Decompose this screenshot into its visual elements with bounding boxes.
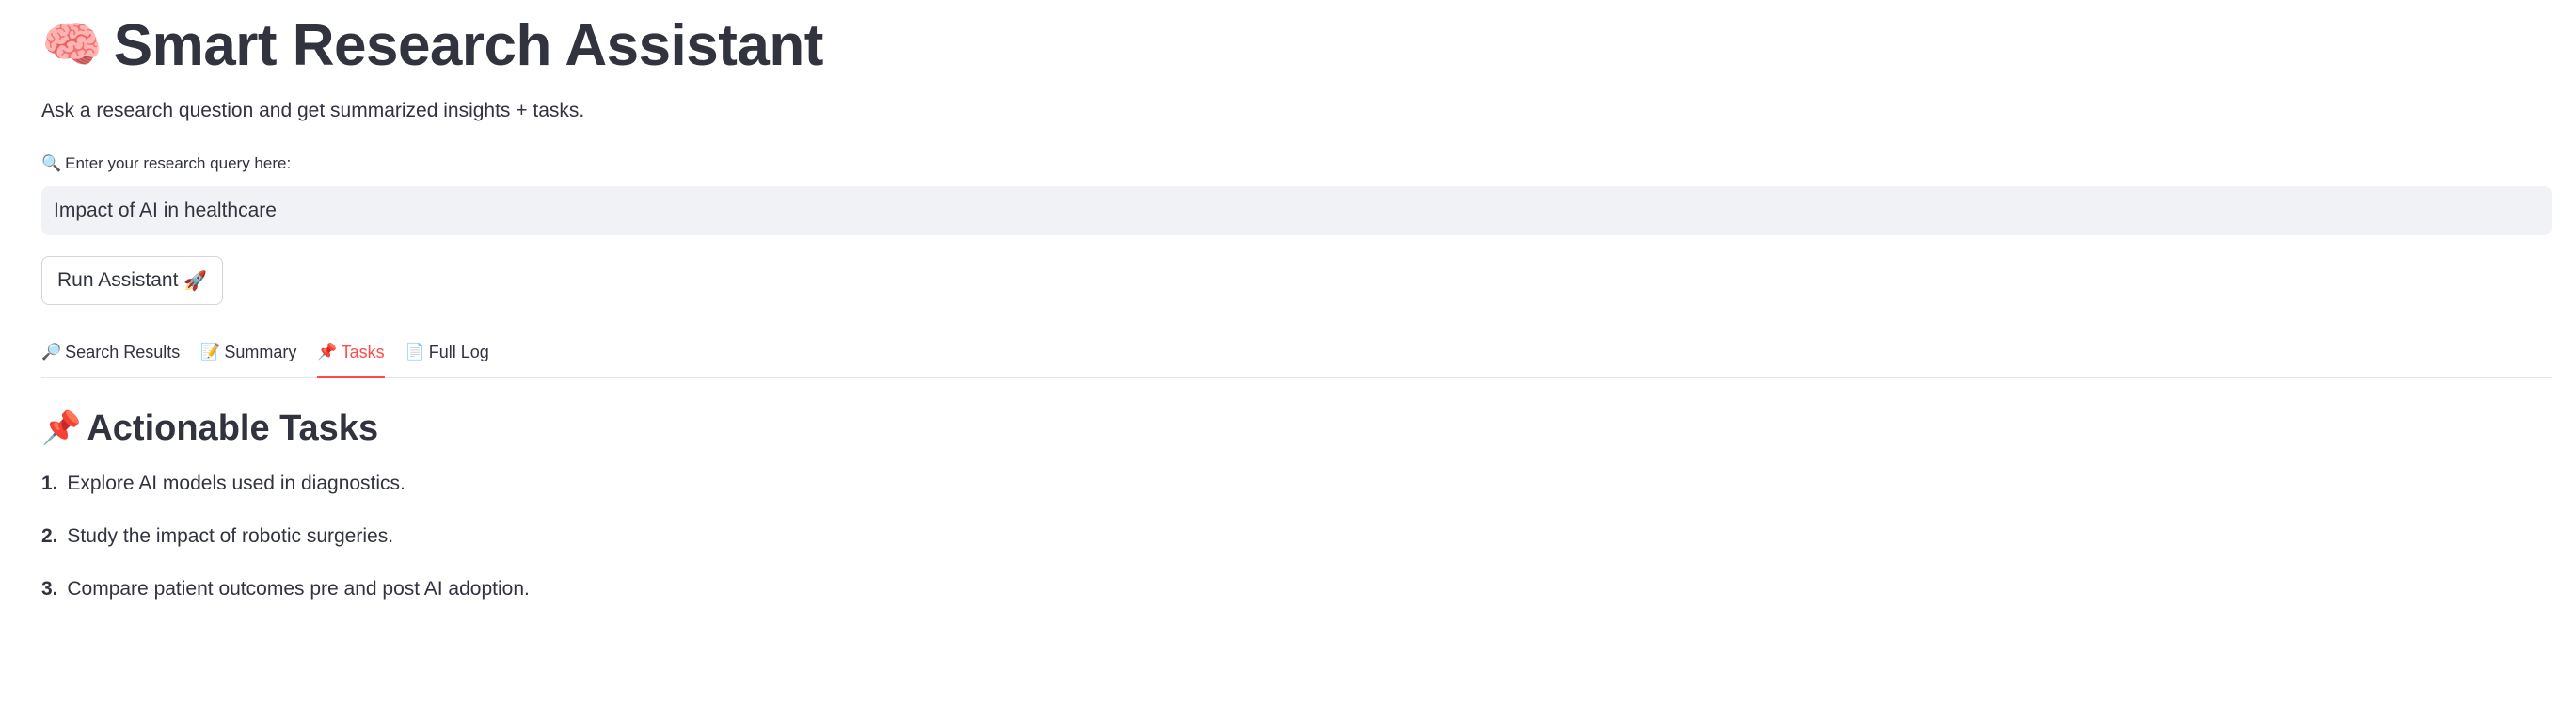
pushpin-icon: 📌 [317,343,338,361]
brain-icon: 🧠 [41,17,103,73]
run-assistant-label: Run Assistant [57,269,179,291]
query-label-text: Enter your research query here: [65,154,292,172]
tasks-heading-text: Actionable Tasks [87,408,379,448]
page-title: 🧠 Smart Research Assistant [41,9,823,81]
run-assistant-button[interactable]: Run Assistant 🚀 [41,256,224,305]
tasks-heading: 📌 Actionable Tasks [41,403,378,454]
app-page: 🧠 Smart Research Assistant Ask a researc… [0,0,2576,706]
task-item: 1. Explore AI models used in diagnostics… [41,473,405,495]
page-icon: 📄 [405,343,425,361]
tab-summary[interactable]: 📝 Summary [200,331,296,377]
tab-label: Tasks [341,342,385,361]
tab-label: Search Results [65,342,181,361]
task-text: Compare patient outcomes pre and post AI… [67,578,530,600]
task-number: 3. [41,578,58,600]
pushpin-icon: 📌 [41,409,82,447]
tab-label: Full Log [428,342,489,361]
task-item: 3. Compare patient outcomes pre and post… [41,578,530,601]
task-number: 1. [41,473,58,494]
memo-icon: 📝 [200,343,221,361]
page-subtitle: Ask a research question and get summariz… [41,100,585,121]
task-number: 2. [41,525,58,547]
research-query-input[interactable] [41,186,2552,235]
magnifier-right-icon: 🔎 [41,343,62,361]
task-item: 2. Study the impact of robotic surgeries… [41,525,393,548]
rocket-icon: 🚀 [183,269,208,292]
task-text: Study the impact of robotic surgeries. [67,525,394,547]
tab-full-log[interactable]: 📄 Full Log [405,331,489,377]
tab-label: Summary [224,342,297,361]
magnifier-icon: 🔍 [41,154,62,173]
tab-bar: 🔎 Search Results 📝 Summary 📌 Tasks 📄 Ful… [41,331,2552,378]
task-text: Explore AI models used in diagnostics. [67,473,405,494]
page-title-text: Smart Research Assistant [113,12,824,78]
query-label: 🔍 Enter your research query here: [41,154,291,173]
tab-tasks[interactable]: 📌 Tasks [317,331,385,378]
tab-search-results[interactable]: 🔎 Search Results [41,331,180,377]
